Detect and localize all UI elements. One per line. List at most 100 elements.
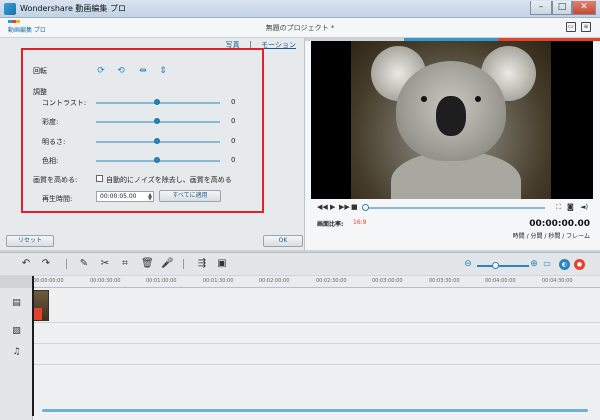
- video-clip[interactable]: [33, 290, 49, 321]
- ruler-tick-label: 00:00:00:00: [33, 278, 64, 284]
- ruler-tick-label: 00:01:00:00: [146, 278, 177, 284]
- crop-icon[interactable]: ⌗: [119, 258, 131, 270]
- fast-forward-icon[interactable]: ▶▶: [339, 203, 350, 211]
- koala-image: [351, 41, 551, 199]
- timeline-tracks: ▤ ▨ ♫: [0, 288, 600, 420]
- enhance-checkbox-label[interactable]: 自動的にノイズを除去し、画質を高める: [106, 175, 232, 185]
- playhead[interactable]: [32, 276, 34, 416]
- cut-icon[interactable]: ✂: [99, 258, 111, 270]
- fullscreen-icon[interactable]: ⛶: [556, 203, 561, 212]
- window-title: Wondershare 動画編集 プロ: [20, 4, 126, 13]
- ruler-tick-label: 00:02:00:00: [259, 278, 290, 284]
- ruler-tick-label: 00:02:30:00: [316, 278, 347, 284]
- project-title: 無題のプロジェクト *: [265, 24, 335, 32]
- clip-marker: [34, 308, 42, 320]
- enhance-checkbox[interactable]: [96, 175, 103, 182]
- redo-icon[interactable]: ↷: [40, 258, 52, 270]
- hue-knob[interactable]: [154, 157, 160, 163]
- ruler-tick-label: 00:03:00:00: [372, 278, 403, 284]
- ruler-tick-label: 00:04:30:00: [542, 278, 573, 284]
- toolbar-divider: [66, 259, 67, 269]
- undo-icon[interactable]: ↶: [20, 258, 32, 270]
- zoom-in-icon[interactable]: ⊕: [528, 258, 540, 270]
- hue-label: 色相:: [42, 157, 59, 165]
- fit-timeline-icon[interactable]: ▭: [541, 258, 553, 270]
- timeline-ruler[interactable]: 00:00:00:00 00:00:30:00 00:01:00:00 00:0…: [33, 276, 600, 288]
- ruler-tick-label: 00:03:30:00: [429, 278, 460, 284]
- ruler-tick-label: 00:01:30:00: [203, 278, 234, 284]
- edit-panel: 写真 モーション 回転 ⟳ ⟲ ⇹ ⇕ 調整 コントラスト: 0 彩度: 0 明…: [0, 38, 305, 250]
- brightness-label: 明るさ:: [42, 138, 66, 146]
- aspect-ratio-label: 画面比率:: [317, 221, 344, 228]
- zoom-knob[interactable]: [492, 262, 499, 269]
- saturation-value: 0: [231, 117, 236, 125]
- track-divider: [33, 364, 600, 365]
- ok-button[interactable]: OK: [263, 235, 303, 247]
- close-button[interactable]: ✕: [572, 1, 596, 15]
- header-bar: 動画編集 プロ 無題のプロジェクト * ▭ ≡: [0, 18, 600, 38]
- track-divider: [33, 322, 600, 323]
- duration-label: 再生時間:: [42, 195, 73, 203]
- horizontal-scrollbar[interactable]: [42, 409, 588, 412]
- contrast-label: コントラスト:: [42, 99, 87, 107]
- zoom-out-icon[interactable]: ⊖: [462, 258, 474, 270]
- music-track-icon: ♫: [12, 347, 21, 357]
- play-icon[interactable]: ▶: [330, 203, 335, 211]
- save-icon[interactable]: ▭: [566, 22, 576, 32]
- aspect-ratio-value[interactable]: 16:9: [353, 219, 366, 226]
- title-bar: Wondershare 動画編集 プロ – □ ✕: [0, 0, 600, 18]
- ruler-tick-label: 00:04:00:00: [485, 278, 516, 284]
- app-icon: [4, 3, 16, 15]
- brightness-value: 0: [231, 137, 236, 145]
- track-headers: ▤ ▨ ♫: [0, 288, 33, 420]
- delete-icon[interactable]: 🗑: [141, 258, 154, 270]
- preview-toggle-icon[interactable]: ◐: [559, 259, 570, 270]
- toolbar-divider: [183, 259, 184, 269]
- timecode: 00:00:00.00: [529, 219, 590, 229]
- rewind-icon[interactable]: ◀◀: [317, 203, 328, 211]
- duration-value: 00:00:05.00: [100, 193, 137, 200]
- split-icon[interactable]: ⇶: [196, 258, 208, 270]
- record-icon[interactable]: ▣: [216, 258, 228, 270]
- time-format-label: 時間 / 分間 / 秒間 / フレーム: [512, 233, 590, 240]
- ruler-tick-label: 00:00:30:00: [90, 278, 121, 284]
- duration-input[interactable]: 00:00:05.00 ▲ ▼: [96, 191, 154, 202]
- timeline-toolbar: ↶ ↷ ✎ ✂ ⌗ 🗑 🎤 ⇶ ▣ ⊖ ⊕ ▭ ◐ ●: [0, 252, 600, 276]
- voiceover-icon[interactable]: 🎤: [161, 258, 173, 270]
- scrubber-knob[interactable]: [362, 204, 369, 211]
- koala-eye-left: [421, 96, 427, 102]
- minimize-button[interactable]: –: [530, 1, 552, 15]
- video-track-icon: ▤: [12, 298, 21, 308]
- tab-motion[interactable]: モーション: [261, 40, 296, 50]
- playback-scrubber[interactable]: [365, 207, 545, 209]
- contrast-value: 0: [231, 98, 236, 106]
- snapshot-icon[interactable]: ◙: [567, 203, 574, 211]
- export-icon[interactable]: ●: [574, 259, 585, 270]
- video-preview[interactable]: [311, 41, 593, 199]
- flip-vertical-icon[interactable]: ⇕: [158, 66, 168, 76]
- stepper-icon[interactable]: ▲ ▼: [148, 193, 152, 202]
- track-divider: [33, 343, 600, 344]
- preview-panel: ◀◀ ▶ ▶▶ ■ ⛶ ◙ ◄) 画面比率: 16:9 00:00:00.00 …: [305, 41, 600, 250]
- rotate-ccw-icon[interactable]: ⟲: [116, 66, 126, 76]
- stop-icon[interactable]: ■: [351, 203, 358, 211]
- saturation-knob[interactable]: [154, 118, 160, 124]
- reset-button[interactable]: リセット: [6, 235, 54, 247]
- rotation-label: 回転: [33, 67, 47, 75]
- hue-value: 0: [231, 156, 236, 164]
- contrast-knob[interactable]: [154, 99, 160, 105]
- apply-all-button[interactable]: すべてに適用: [159, 190, 221, 202]
- koala-eye-right: [475, 96, 481, 102]
- maximize-button[interactable]: □: [552, 1, 572, 15]
- flip-horizontal-icon[interactable]: ⇹: [138, 66, 148, 76]
- image-track-icon: ▨: [12, 326, 21, 336]
- volume-icon[interactable]: ◄): [580, 203, 588, 211]
- saturation-label: 彩度:: [42, 118, 59, 126]
- rotate-cw-icon[interactable]: ⟳: [96, 66, 106, 76]
- koala-nose: [436, 96, 466, 136]
- enhance-label: 画質を高める:: [33, 176, 78, 184]
- menu-icon[interactable]: ≡: [581, 22, 591, 32]
- brightness-knob[interactable]: [154, 138, 160, 144]
- zoom-slider[interactable]: [477, 265, 529, 267]
- edit-icon[interactable]: ✎: [78, 258, 90, 270]
